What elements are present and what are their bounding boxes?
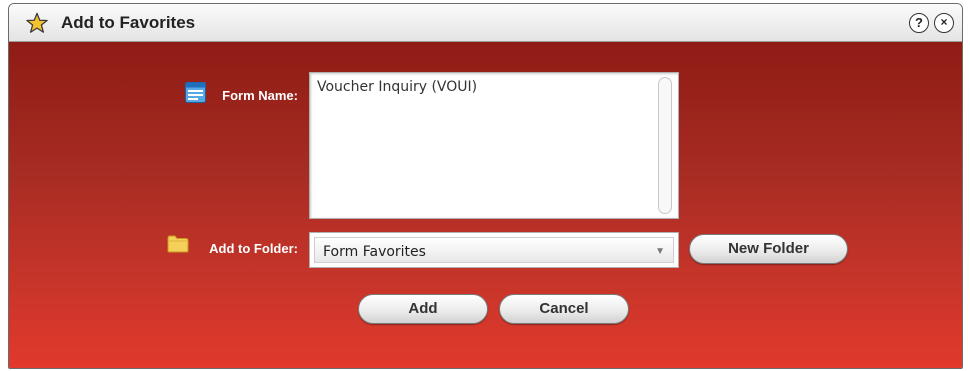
form-name-field[interactable]: Voucher Inquiry (VOUI)	[309, 72, 679, 219]
form-name-value: Voucher Inquiry (VOUI)	[317, 79, 478, 95]
form-name-label: Form Name:	[222, 88, 298, 103]
dialog-title: Add to Favorites	[61, 13, 196, 32]
close-icon[interactable]: ×	[934, 13, 954, 33]
help-icon[interactable]: ?	[909, 13, 929, 33]
folder-select[interactable]: Form Favorites ▼	[309, 232, 679, 268]
folder-select-value: Form Favorites	[323, 244, 426, 260]
dialog-titlebar: Add to Favorites ? ×	[9, 4, 962, 42]
new-folder-button[interactable]: New Folder	[689, 234, 848, 264]
form-name-scrollbar[interactable]	[658, 77, 672, 214]
folder-icon	[167, 235, 189, 253]
form-icon	[185, 82, 206, 103]
cancel-button[interactable]: Cancel	[499, 294, 629, 324]
folder-label: Add to Folder:	[209, 241, 298, 256]
star-icon	[26, 12, 48, 33]
add-to-favorites-dialog: Add to Favorites ? × Form Name: Voucher …	[8, 3, 963, 369]
dialog-body: Form Name: Voucher Inquiry (VOUI) Add to…	[9, 42, 962, 368]
folder-select-box: Form Favorites ▼	[314, 237, 674, 263]
chevron-down-icon[interactable]: ▼	[655, 246, 665, 257]
add-button[interactable]: Add	[358, 294, 488, 324]
